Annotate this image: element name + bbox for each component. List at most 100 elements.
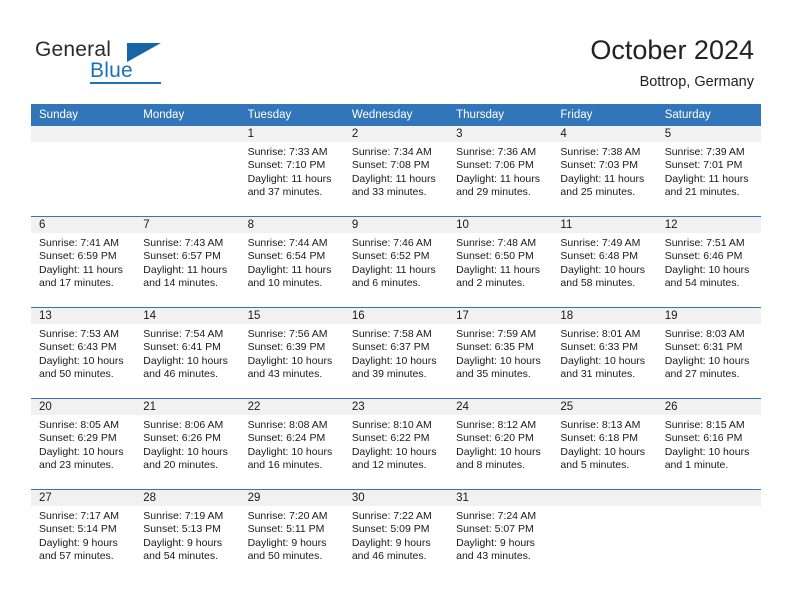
- page-subtitle: Bottrop, Germany: [639, 74, 754, 90]
- daylight-text-line2: and 16 minutes.: [247, 458, 323, 471]
- day-cell[interactable]: 18 Sunrise: 8:01 AM Sunset: 6:33 PM Dayligh…: [552, 307, 657, 399]
- day-cell[interactable]: 26 Sunrise: 8:15 AM Sunset: 6:16 PM Dayligh…: [656, 398, 761, 490]
- daylight-text-line1: Daylight: 9 hours: [351, 536, 431, 549]
- daylight-text-line1: Daylight: 10 hours: [143, 445, 228, 458]
- calendar-body: 1 Sunrise: 7:33 AM Sunset: 7:10 PM Daylight…: [31, 126, 761, 580]
- day-cell[interactable]: 12 Sunrise: 7:51 AM Sunset: 6:46 PM Dayligh…: [656, 216, 761, 308]
- day-cell[interactable]: 13 Sunrise: 7:53 AM Sunset: 6:43 PM Dayligh…: [31, 307, 136, 399]
- day-cell[interactable]: 22 Sunrise: 8:08 AM Sunset: 6:24 PM Dayligh…: [239, 398, 344, 490]
- daylight-text-line2: and 25 minutes.: [560, 185, 636, 198]
- sunset-text: Sunset: 6:50 PM: [456, 250, 534, 263]
- day-cell[interactable]: 10 Sunrise: 7:48 AM Sunset: 6:50 PM Dayligh…: [448, 216, 553, 308]
- day-cell[interactable]: 17 Sunrise: 7:59 AM Sunset: 6:35 PM Dayligh…: [448, 307, 553, 399]
- day-cell[interactable]: [31, 126, 136, 217]
- day-cell[interactable]: 2 Sunrise: 7:34 AM Sunset: 7:08 PM Daylight…: [343, 126, 449, 217]
- sunset-text: Sunset: 6:39 PM: [247, 341, 326, 354]
- day-number: 24: [448, 399, 553, 415]
- daylight-text-line2: and 58 minutes.: [560, 276, 636, 289]
- sunrise-text: Sunrise: 7:24 AM: [456, 510, 537, 522]
- day-cell[interactable]: 8 Sunrise: 7:44 AM Sunset: 6:54 PM Daylight…: [239, 216, 344, 308]
- day-cell[interactable]: [135, 126, 240, 217]
- sunrise-text: Sunrise: 7:17 AM: [39, 510, 119, 522]
- day-cell[interactable]: 9 Sunrise: 7:46 AM Sunset: 6:52 PM Daylight…: [343, 216, 449, 308]
- day-number: [135, 126, 240, 142]
- sunrise-text: Sunrise: 7:34 AM: [351, 146, 432, 158]
- sunrise-text: Sunrise: 8:12 AM: [456, 419, 537, 431]
- day-number: 1: [239, 126, 344, 142]
- sunset-text: Sunset: 6:41 PM: [143, 341, 221, 354]
- day-cell[interactable]: 19 Sunrise: 8:03 AM Sunset: 6:31 PM Dayligh…: [656, 307, 761, 399]
- day-number: [656, 490, 761, 506]
- sunset-text: Sunset: 6:29 PM: [39, 432, 117, 445]
- daylight-text-line2: and 6 minutes.: [351, 276, 421, 289]
- day-cell[interactable]: 4 Sunrise: 7:38 AM Sunset: 7:03 PM Daylight…: [552, 126, 657, 217]
- daylight-text-line1: Daylight: 10 hours: [351, 445, 437, 458]
- day-number: 18: [552, 308, 657, 324]
- week-row: 6 Sunrise: 7:41 AM Sunset: 6:59 PM Daylight…: [31, 216, 761, 308]
- daylight-text-line2: and 17 minutes.: [39, 276, 114, 289]
- sunrise-text: Sunrise: 7:56 AM: [247, 328, 328, 340]
- sunset-text: Sunset: 6:26 PM: [143, 432, 221, 445]
- day-cell[interactable]: [552, 489, 657, 580]
- sunrise-text: Sunrise: 7:36 AM: [456, 146, 537, 158]
- brand-logo[interactable]: General Blue: [35, 38, 225, 88]
- day-cell[interactable]: 23 Sunrise: 8:10 AM Sunset: 6:22 PM Dayligh…: [343, 398, 449, 490]
- day-cell[interactable]: 16 Sunrise: 7:58 AM Sunset: 6:37 PM Dayligh…: [343, 307, 449, 399]
- day-cell[interactable]: [656, 489, 761, 580]
- daylight-text-line1: Daylight: 10 hours: [39, 354, 124, 367]
- daylight-text-line1: Daylight: 10 hours: [664, 354, 750, 367]
- day-cell[interactable]: 20 Sunrise: 8:05 AM Sunset: 6:29 PM Dayligh…: [31, 398, 136, 490]
- day-cell[interactable]: 25 Sunrise: 8:13 AM Sunset: 6:18 PM Dayligh…: [552, 398, 657, 490]
- sunset-text: Sunset: 6:18 PM: [560, 432, 639, 445]
- day-cell[interactable]: 31 Sunrise: 7:24 AM Sunset: 5:07 PM Dayligh…: [448, 489, 553, 580]
- sunrise-text: Sunrise: 7:53 AM: [39, 328, 119, 340]
- daylight-text-line2: and 1 minute.: [664, 458, 729, 471]
- title-block: October 2024 Bottrop, Germany: [590, 34, 754, 92]
- sunrise-text: Sunrise: 8:03 AM: [664, 328, 745, 340]
- daylight-text-line2: and 57 minutes.: [39, 549, 114, 562]
- sunset-text: Sunset: 5:13 PM: [143, 523, 221, 536]
- daylight-text-line1: Daylight: 11 hours: [456, 263, 540, 276]
- day-cell[interactable]: 15 Sunrise: 7:56 AM Sunset: 6:39 PM Dayligh…: [239, 307, 344, 399]
- daylight-text-line1: Daylight: 11 hours: [247, 172, 332, 185]
- sunrise-text: Sunrise: 8:08 AM: [247, 419, 328, 431]
- daylight-text-line2: and 8 minutes.: [456, 458, 526, 471]
- day-cell[interactable]: 11 Sunrise: 7:49 AM Sunset: 6:48 PM Dayligh…: [552, 216, 657, 308]
- daylight-text-line2: and 20 minutes.: [143, 458, 218, 471]
- sunset-text: Sunset: 6:59 PM: [39, 250, 117, 263]
- day-cell[interactable]: 21 Sunrise: 8:06 AM Sunset: 6:26 PM Dayligh…: [135, 398, 240, 490]
- daylight-text-line1: Daylight: 11 hours: [143, 263, 228, 276]
- sunrise-text: Sunrise: 7:54 AM: [143, 328, 224, 340]
- daylight-text-line2: and 10 minutes.: [247, 276, 323, 289]
- daylight-text-line1: Daylight: 11 hours: [351, 263, 436, 276]
- day-number: 29: [239, 490, 344, 506]
- day-cell[interactable]: 28 Sunrise: 7:19 AM Sunset: 5:13 PM Dayligh…: [135, 489, 240, 580]
- day-cell[interactable]: 14 Sunrise: 7:54 AM Sunset: 6:41 PM Dayligh…: [135, 307, 240, 399]
- day-cell[interactable]: 24 Sunrise: 8:12 AM Sunset: 6:20 PM Dayligh…: [448, 398, 553, 490]
- daylight-text-line2: and 23 minutes.: [39, 458, 114, 471]
- day-number: 27: [31, 490, 136, 506]
- weekday-header-monday: Monday: [135, 104, 240, 126]
- sunrise-text: Sunrise: 8:10 AM: [351, 419, 432, 431]
- daylight-text-line1: Daylight: 10 hours: [560, 263, 646, 276]
- daylight-text-line1: Daylight: 10 hours: [664, 445, 750, 458]
- day-cell[interactable]: 7 Sunrise: 7:43 AM Sunset: 6:57 PM Daylight…: [135, 216, 240, 308]
- sunset-text: Sunset: 6:52 PM: [351, 250, 430, 263]
- day-cell[interactable]: 1 Sunrise: 7:33 AM Sunset: 7:10 PM Daylight…: [239, 126, 344, 217]
- calendar-header-row: Sunday Monday Tuesday Wednesday Thursday…: [31, 104, 761, 126]
- week-row: 27 Sunrise: 7:17 AM Sunset: 5:14 PM Dayligh…: [31, 489, 761, 580]
- daylight-text-line1: Daylight: 11 hours: [456, 172, 540, 185]
- weekday-header-thursday: Thursday: [448, 104, 553, 126]
- day-cell[interactable]: 29 Sunrise: 7:20 AM Sunset: 5:11 PM Dayligh…: [239, 489, 344, 580]
- day-number: 20: [31, 399, 136, 415]
- sunset-text: Sunset: 6:54 PM: [247, 250, 326, 263]
- calendar-page: General Blue October 2024 Bottrop, Germa…: [0, 0, 792, 612]
- day-number: 26: [656, 399, 761, 415]
- day-cell[interactable]: 6 Sunrise: 7:41 AM Sunset: 6:59 PM Daylight…: [31, 216, 136, 308]
- day-cell[interactable]: 5 Sunrise: 7:39 AM Sunset: 7:01 PM Daylight…: [656, 126, 761, 217]
- day-cell[interactable]: 27 Sunrise: 7:17 AM Sunset: 5:14 PM Dayligh…: [31, 489, 136, 580]
- day-cell[interactable]: 3 Sunrise: 7:36 AM Sunset: 7:06 PM Daylight…: [448, 126, 553, 217]
- day-number: 11: [552, 217, 657, 233]
- weekday-header-friday: Friday: [552, 104, 657, 126]
- day-cell[interactable]: 30 Sunrise: 7:22 AM Sunset: 5:09 PM Dayligh…: [343, 489, 449, 580]
